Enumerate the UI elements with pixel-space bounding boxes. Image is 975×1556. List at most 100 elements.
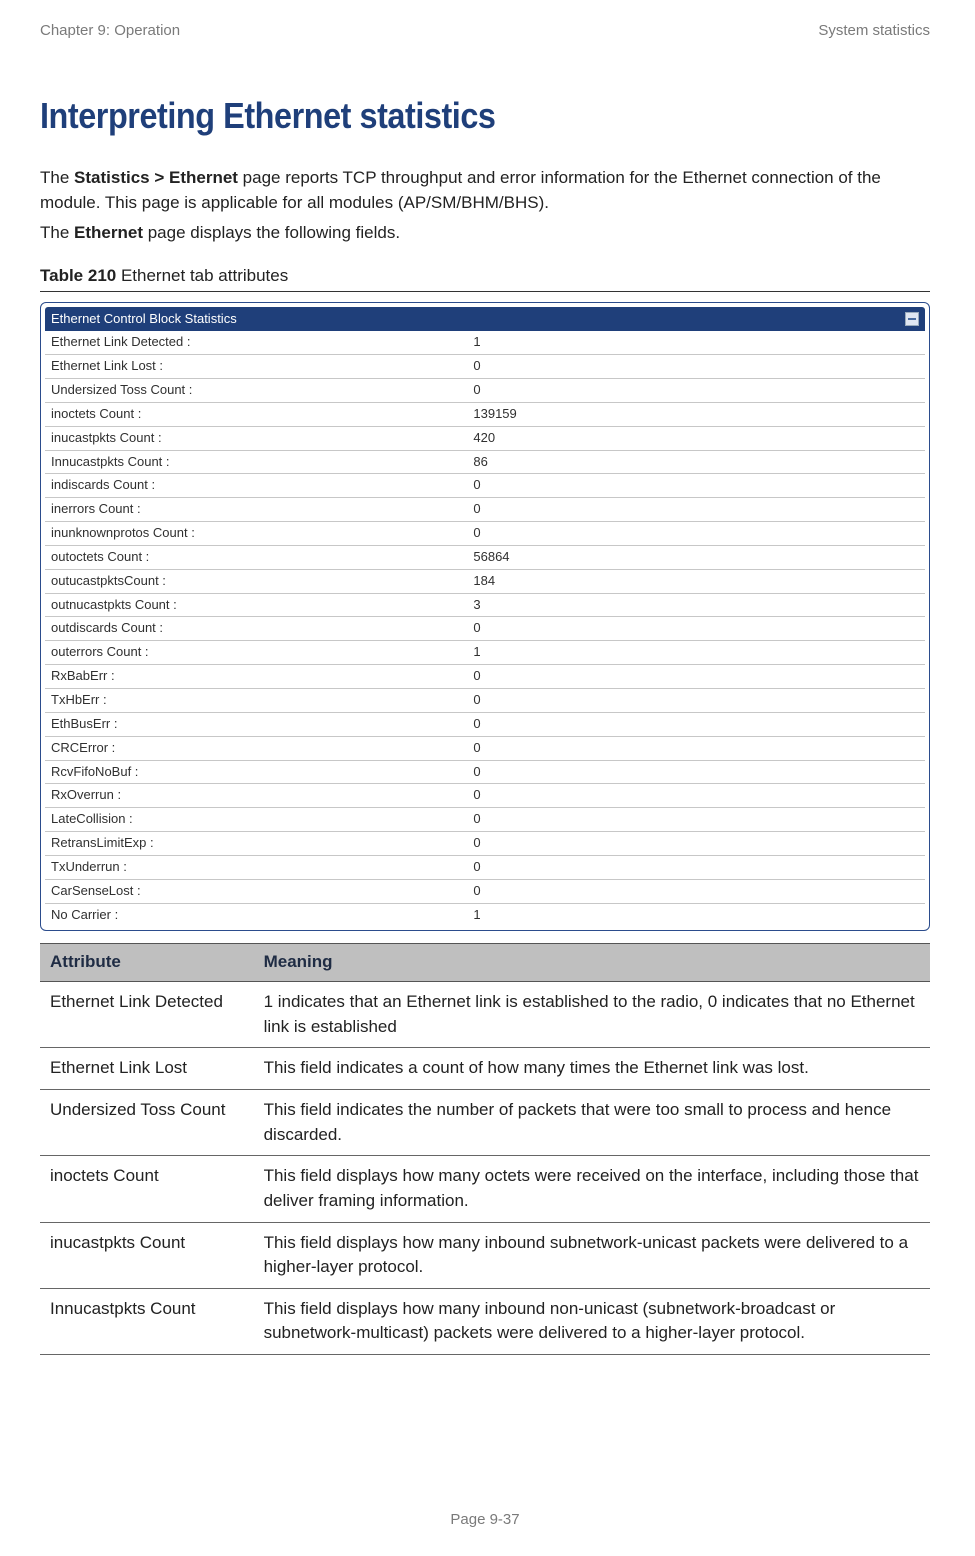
stats-row: Ethernet Link Lost :0 bbox=[45, 355, 925, 379]
stats-key: CRCError : bbox=[45, 736, 467, 760]
attr-row: inoctets CountThis field displays how ma… bbox=[40, 1156, 930, 1222]
stats-row: outdiscards Count :0 bbox=[45, 617, 925, 641]
stats-value: 0 bbox=[467, 379, 925, 403]
stats-value: 0 bbox=[467, 832, 925, 856]
page-title: Interpreting Ethernet statistics bbox=[40, 90, 841, 142]
stats-value: 0 bbox=[467, 808, 925, 832]
stats-value: 3 bbox=[467, 593, 925, 617]
stats-key: TxHbErr : bbox=[45, 689, 467, 713]
stats-key: Ethernet Link Detected : bbox=[45, 331, 467, 354]
stats-value: 0 bbox=[467, 689, 925, 713]
stats-value: 56864 bbox=[467, 545, 925, 569]
stats-key: outoctets Count : bbox=[45, 545, 467, 569]
attr-name: inucastpkts Count bbox=[40, 1222, 254, 1288]
stats-key: inucastpkts Count : bbox=[45, 426, 467, 450]
stats-row: RxOverrun :0 bbox=[45, 784, 925, 808]
stats-value: 1 bbox=[467, 903, 925, 926]
stats-key: inerrors Count : bbox=[45, 498, 467, 522]
attr-row: Innucastpkts CountThis field displays ho… bbox=[40, 1288, 930, 1354]
attr-row: Undersized Toss CountThis field indicate… bbox=[40, 1090, 930, 1156]
stats-value: 139159 bbox=[467, 402, 925, 426]
attr-name: inoctets Count bbox=[40, 1156, 254, 1222]
stats-row: TxUnderrun :0 bbox=[45, 855, 925, 879]
stats-key: RetransLimitExp : bbox=[45, 832, 467, 856]
stats-table: Ethernet Link Detected :1Ethernet Link L… bbox=[45, 331, 925, 926]
intro-para-2: The Ethernet page displays the following… bbox=[40, 221, 930, 246]
stats-value: 0 bbox=[467, 784, 925, 808]
attr-meaning: This field displays how many octets were… bbox=[254, 1156, 930, 1222]
stats-key: RcvFifoNoBuf : bbox=[45, 760, 467, 784]
stats-row: TxHbErr :0 bbox=[45, 689, 925, 713]
attr-name: Ethernet Link Detected bbox=[40, 982, 254, 1048]
attr-name: Innucastpkts Count bbox=[40, 1288, 254, 1354]
stats-panel: Ethernet Control Block Statistics Ethern… bbox=[40, 302, 930, 932]
stats-key: outnucastpkts Count : bbox=[45, 593, 467, 617]
attr-head-meaning: Meaning bbox=[254, 944, 930, 982]
stats-key: outucastpktsCount : bbox=[45, 569, 467, 593]
stats-key: CarSenseLost : bbox=[45, 879, 467, 903]
stats-value: 0 bbox=[467, 522, 925, 546]
stats-key: Innucastpkts Count : bbox=[45, 450, 467, 474]
stats-value: 0 bbox=[467, 879, 925, 903]
stats-row: EthBusErr :0 bbox=[45, 712, 925, 736]
stats-key: EthBusErr : bbox=[45, 712, 467, 736]
stats-key: Undersized Toss Count : bbox=[45, 379, 467, 403]
stats-value: 184 bbox=[467, 569, 925, 593]
stats-row: inerrors Count :0 bbox=[45, 498, 925, 522]
divider bbox=[40, 291, 930, 292]
stats-key: Ethernet Link Lost : bbox=[45, 355, 467, 379]
stats-value: 0 bbox=[467, 712, 925, 736]
stats-row: inunknownprotos Count :0 bbox=[45, 522, 925, 546]
stats-row: No Carrier :1 bbox=[45, 903, 925, 926]
stats-row: RcvFifoNoBuf :0 bbox=[45, 760, 925, 784]
stats-row: Innucastpkts Count :86 bbox=[45, 450, 925, 474]
stats-row: RetransLimitExp :0 bbox=[45, 832, 925, 856]
stats-row: CRCError :0 bbox=[45, 736, 925, 760]
stats-key: outdiscards Count : bbox=[45, 617, 467, 641]
attr-meaning: This field displays how many inbound non… bbox=[254, 1288, 930, 1354]
stats-key: RxOverrun : bbox=[45, 784, 467, 808]
stats-row: outerrors Count :1 bbox=[45, 641, 925, 665]
attr-name: Ethernet Link Lost bbox=[40, 1048, 254, 1090]
stats-value: 0 bbox=[467, 665, 925, 689]
page-header-left: Chapter 9: Operation bbox=[40, 20, 180, 42]
stats-row: RxBabErr :0 bbox=[45, 665, 925, 689]
attr-name: Undersized Toss Count bbox=[40, 1090, 254, 1156]
stats-titlebar: Ethernet Control Block Statistics bbox=[45, 307, 925, 332]
stats-key: No Carrier : bbox=[45, 903, 467, 926]
attr-row: Ethernet Link LostThis field indicates a… bbox=[40, 1048, 930, 1090]
minimize-icon[interactable] bbox=[905, 312, 919, 326]
attr-head-attribute: Attribute bbox=[40, 944, 254, 982]
stats-row: inoctets Count :139159 bbox=[45, 402, 925, 426]
stats-row: Undersized Toss Count :0 bbox=[45, 379, 925, 403]
stats-row: outnucastpkts Count :3 bbox=[45, 593, 925, 617]
stats-value: 0 bbox=[467, 474, 925, 498]
intro-bold-1: Statistics > Ethernet bbox=[74, 168, 238, 187]
attr-row: Ethernet Link Detected1 indicates that a… bbox=[40, 982, 930, 1048]
stats-value: 0 bbox=[467, 498, 925, 522]
stats-row: inucastpkts Count :420 bbox=[45, 426, 925, 450]
stats-row: outucastpktsCount :184 bbox=[45, 569, 925, 593]
stats-value: 0 bbox=[467, 855, 925, 879]
page-footer: Page 9-37 bbox=[40, 1509, 930, 1531]
stats-row: Ethernet Link Detected :1 bbox=[45, 331, 925, 354]
stats-key: inunknownprotos Count : bbox=[45, 522, 467, 546]
stats-value: 86 bbox=[467, 450, 925, 474]
attr-meaning: 1 indicates that an Ethernet link is est… bbox=[254, 982, 930, 1048]
table-reference: Table 210 Ethernet tab attributes bbox=[40, 264, 930, 289]
stats-key: LateCollision : bbox=[45, 808, 467, 832]
stats-value: 1 bbox=[467, 641, 925, 665]
stats-row: CarSenseLost :0 bbox=[45, 879, 925, 903]
stats-key: indiscards Count : bbox=[45, 474, 467, 498]
stats-value: 0 bbox=[467, 355, 925, 379]
stats-value: 0 bbox=[467, 736, 925, 760]
stats-row: LateCollision :0 bbox=[45, 808, 925, 832]
stats-key: outerrors Count : bbox=[45, 641, 467, 665]
stats-key: inoctets Count : bbox=[45, 402, 467, 426]
stats-key: TxUnderrun : bbox=[45, 855, 467, 879]
attr-meaning: This field displays how many inbound sub… bbox=[254, 1222, 930, 1288]
attr-row: inucastpkts CountThis field displays how… bbox=[40, 1222, 930, 1288]
stats-row: indiscards Count :0 bbox=[45, 474, 925, 498]
stats-value: 1 bbox=[467, 331, 925, 354]
page-header-right: System statistics bbox=[818, 20, 930, 42]
